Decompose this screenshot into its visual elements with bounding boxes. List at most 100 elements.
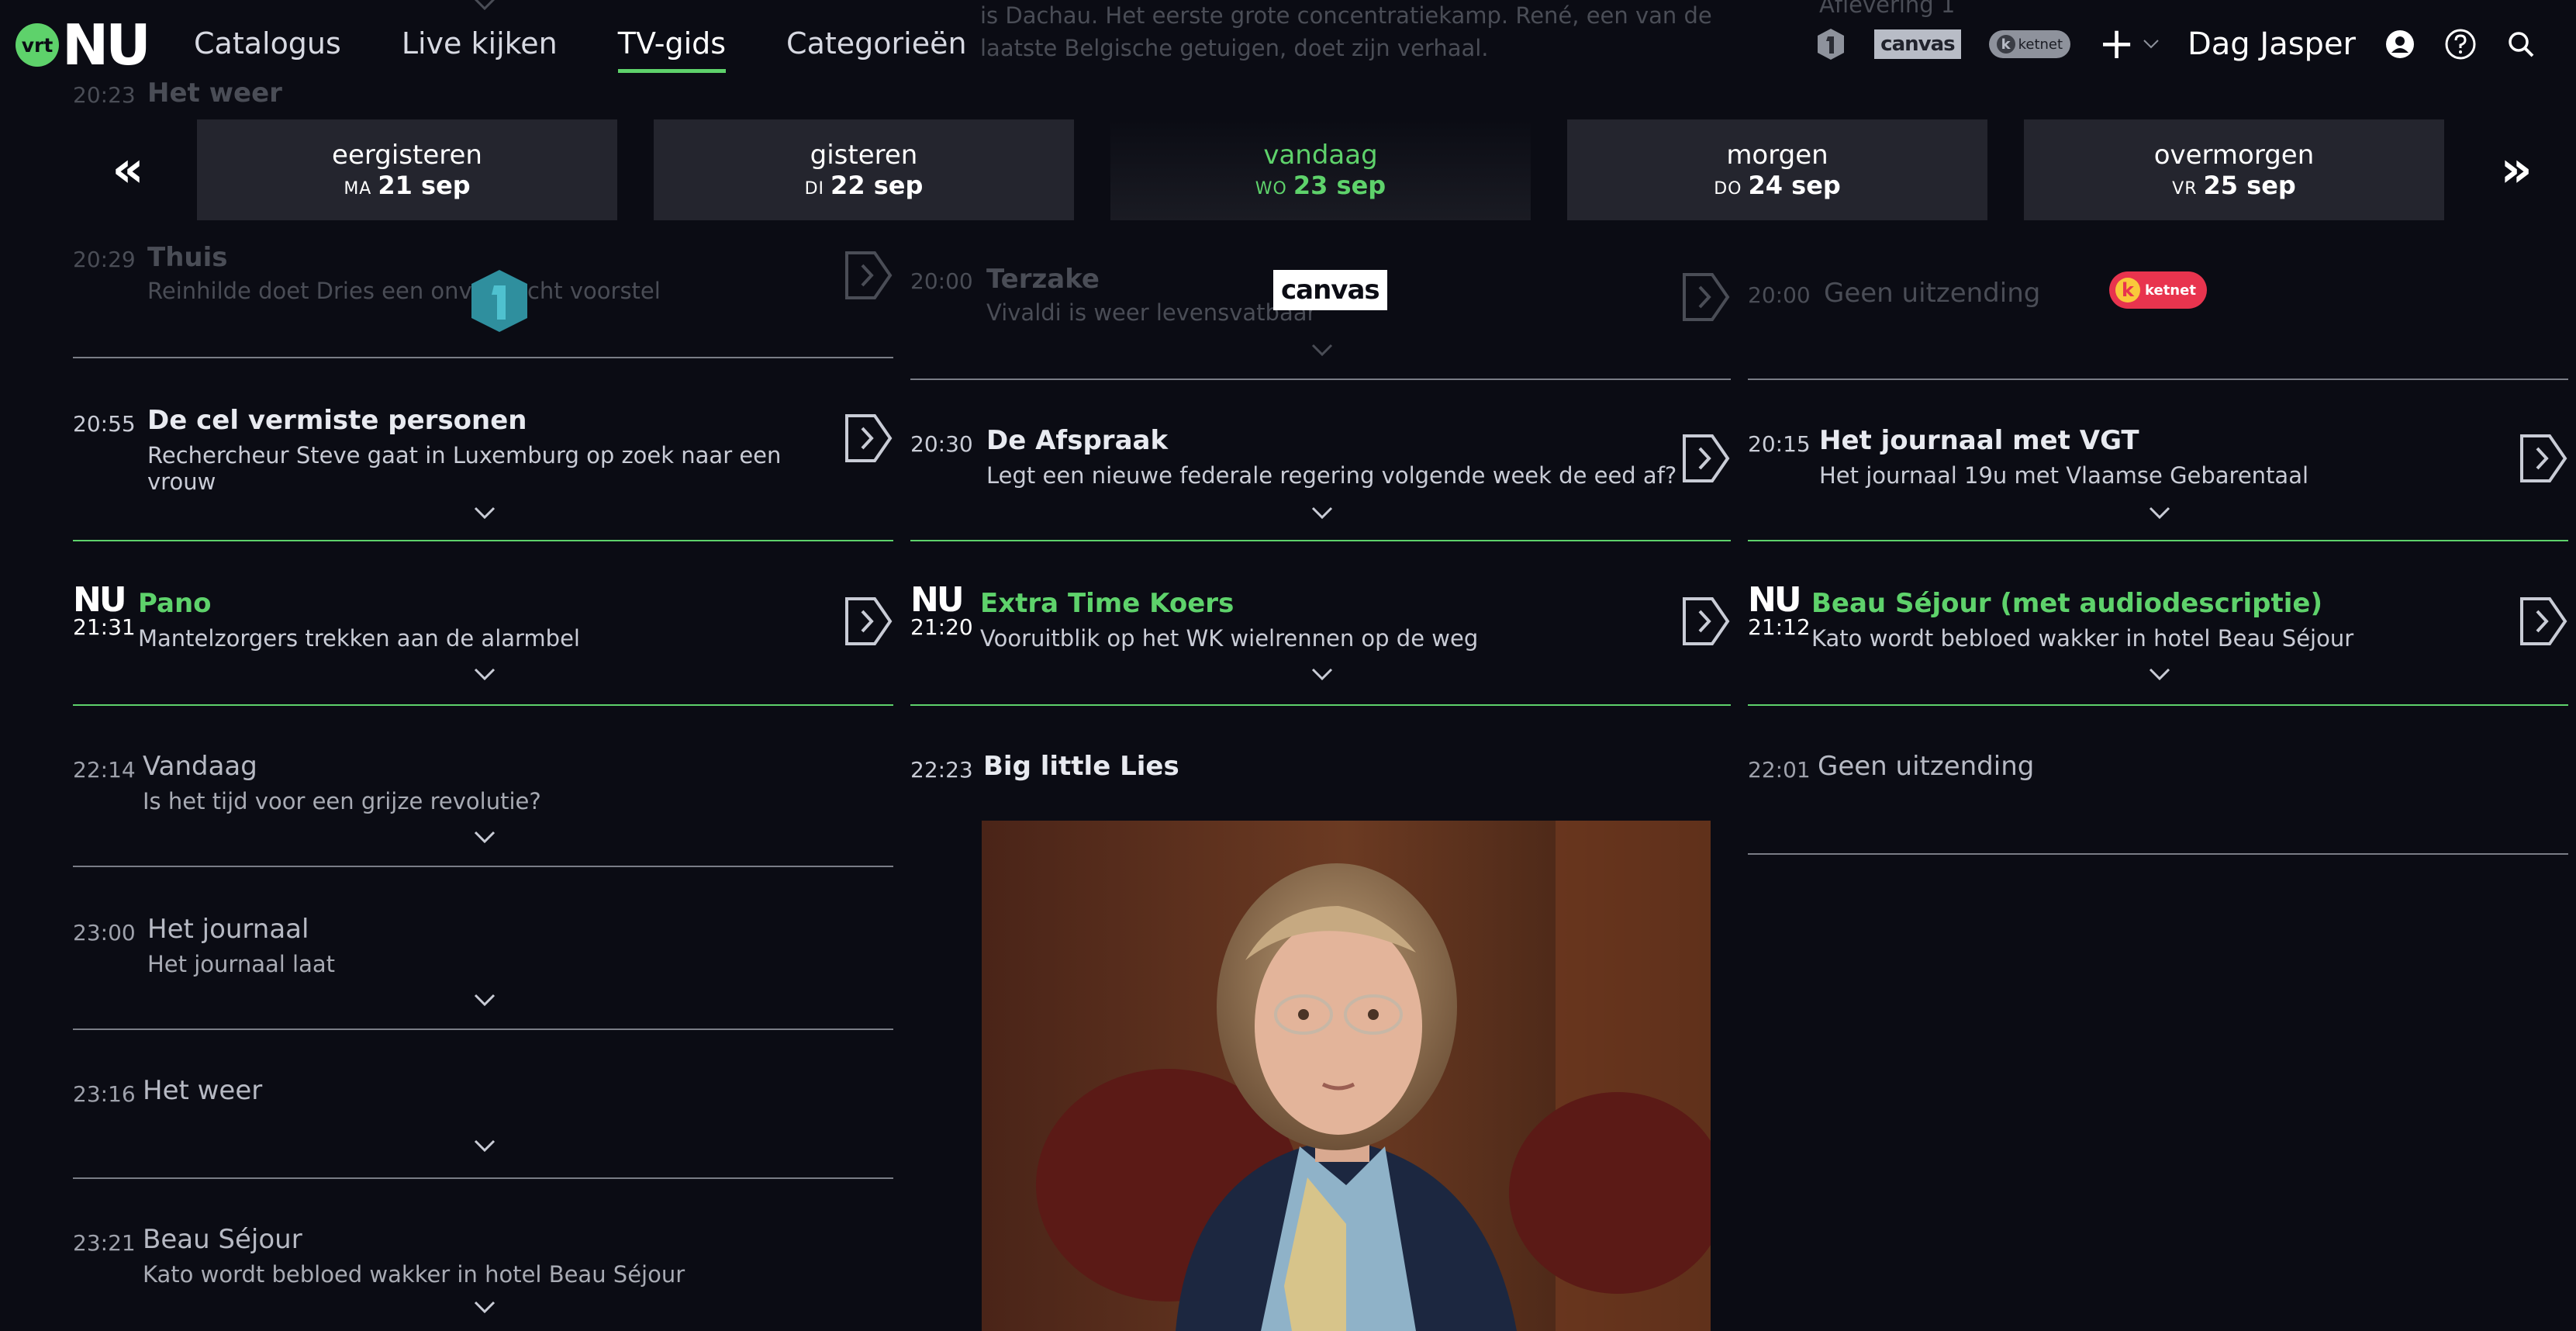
program-row[interactable]: 23:21 Beau Séjour Kato wordt bebloed wak… xyxy=(73,1222,893,1331)
program-title: Extra Time Koers xyxy=(980,588,1234,619)
program-row[interactable]: 23:16 Het weer xyxy=(73,1073,893,1179)
user-greeting[interactable]: Dag Jasper xyxy=(2188,26,2356,62)
date-tab-label: gisteren xyxy=(810,140,918,171)
program-time: 23:21 xyxy=(73,1230,136,1256)
chevron-down-icon xyxy=(474,831,496,844)
play-button[interactable] xyxy=(1681,433,1731,484)
row-divider xyxy=(73,866,893,867)
now-live-badge: NU 21:20 xyxy=(910,583,973,641)
expand-button[interactable] xyxy=(1310,667,1334,683)
more-channels-button[interactable]: + xyxy=(2098,22,2160,66)
expand-button[interactable] xyxy=(1310,506,1334,521)
prev-dates-button[interactable]: « xyxy=(93,119,163,220)
nu-logo-text: NU xyxy=(62,12,151,78)
date-tab-overmorgen[interactable]: overmorgen VR 25 sep xyxy=(2024,119,2444,220)
ketnet-k-icon: k xyxy=(1996,35,2015,54)
channel-canvas-shortcut[interactable]: canvas xyxy=(1874,29,1961,59)
channel-ketnet-logo: k ketnet xyxy=(2109,271,2207,309)
program-row-live[interactable]: NU 21:20 Extra Time Koers Vooruitblik op… xyxy=(910,583,1731,706)
now-live-badge: NU 21:12 xyxy=(1748,583,1811,641)
date-tab-date: 24 sep xyxy=(1748,171,1841,200)
date-tab-morgen[interactable]: morgen DO 24 sep xyxy=(1567,119,1987,220)
help-button[interactable] xyxy=(2444,28,2477,60)
nav-categorieen[interactable]: Categorieën xyxy=(786,23,967,74)
chevron-down-icon xyxy=(2143,40,2159,49)
account-button[interactable] xyxy=(2384,28,2416,60)
row-divider xyxy=(1748,540,2568,541)
date-tab-dow: WO xyxy=(1255,179,1287,199)
program-title: Terzake xyxy=(986,264,1100,295)
program-row[interactable]: 22:23 Big little Lies xyxy=(910,749,1731,811)
program-row[interactable]: 23:00 Het journaal Het journaal laat xyxy=(73,912,893,1032)
row-divider xyxy=(73,540,893,541)
play-button[interactable] xyxy=(1681,596,1731,647)
program-description: Het journaal 19u met Vlaamse Gebarentaal xyxy=(1819,462,2309,489)
nav-catalogus[interactable]: Catalogus xyxy=(194,23,341,74)
date-tab-dow: DO xyxy=(1714,179,1742,199)
channel-ketnet-shortcut[interactable]: k ketnet xyxy=(1988,30,2071,58)
main-nav: Catalogus Live kijken TV-gids Categorieë… xyxy=(194,23,967,74)
expand-button[interactable] xyxy=(473,830,496,845)
program-row[interactable]: 20:15 Het journaal met VGT Het journaal … xyxy=(1748,424,2568,543)
program-description: Vooruitblik op het WK wielrennen op de w… xyxy=(980,625,1479,652)
expand-button[interactable] xyxy=(473,667,496,683)
play-icon xyxy=(845,414,893,462)
expand-button[interactable] xyxy=(1310,343,1334,358)
program-row[interactable]: 22:14 Vandaag Is het tijd voor een grijz… xyxy=(73,749,893,869)
program-title: De Afspraak xyxy=(986,425,1169,456)
channel-een-shortcut[interactable] xyxy=(1815,27,1846,61)
play-button[interactable] xyxy=(2519,433,2568,484)
vrt-nu-logo[interactable]: vrt NU xyxy=(16,12,151,78)
program-time: 22:23 xyxy=(910,757,973,783)
play-button[interactable] xyxy=(2519,596,2568,647)
expand-button[interactable] xyxy=(473,1300,496,1315)
chevron-down-icon xyxy=(1311,344,1333,357)
program-row[interactable]: 22:01 Geen uitzending xyxy=(1748,749,2568,855)
een-logo-icon xyxy=(471,270,527,332)
nav-live-kijken[interactable]: Live kijken xyxy=(402,23,558,74)
date-tab-vandaag[interactable]: vandaag WO 23 sep xyxy=(1110,119,1531,220)
expand-button[interactable] xyxy=(2148,506,2171,521)
search-button[interactable] xyxy=(2505,28,2537,60)
play-button[interactable] xyxy=(844,413,893,464)
program-row-live[interactable]: NU 21:12 Beau Séjour (met audiodescripti… xyxy=(1748,583,2568,706)
row-divider xyxy=(73,704,893,706)
chevron-down-icon xyxy=(474,1139,496,1153)
program-row-live[interactable]: NU 21:31 Pano Mantelzorgers trekken aan … xyxy=(73,583,893,706)
play-icon xyxy=(2520,597,2567,645)
chevron-down-icon xyxy=(2149,668,2170,681)
channel-canvas-logo: canvas xyxy=(1273,270,1387,310)
program-title: Pano xyxy=(138,588,212,619)
program-row[interactable]: 20:30 De Afspraak Legt een nieuwe federa… xyxy=(910,424,1731,543)
expand-button[interactable] xyxy=(473,1139,496,1154)
program-title: Het journaal xyxy=(147,914,309,945)
nav-tv-gids[interactable]: TV-gids xyxy=(617,23,727,74)
play-icon xyxy=(845,597,893,645)
program-time: 23:00 xyxy=(73,920,136,946)
play-button[interactable] xyxy=(1681,271,1731,323)
program-description: Legt een nieuwe federale regering volgen… xyxy=(986,462,1677,489)
play-button[interactable] xyxy=(844,250,893,301)
play-button[interactable] xyxy=(844,596,893,647)
play-icon xyxy=(1683,597,1730,645)
top-header: vrt NU Catalogus Live kijken TV-gids Cat… xyxy=(0,0,2576,92)
program-title: De cel vermiste personen xyxy=(147,405,527,436)
play-icon xyxy=(2520,434,2567,482)
expand-button[interactable] xyxy=(2148,667,2171,683)
next-dates-button[interactable]: » xyxy=(2481,119,2551,220)
date-tab-eergisteren[interactable]: eergisteren MA 21 sep xyxy=(197,119,617,220)
chevron-down-icon xyxy=(1311,668,1333,681)
program-row[interactable]: 20:55 De cel vermiste personen Recherche… xyxy=(73,403,893,543)
vrt-logo-circle: vrt xyxy=(16,23,59,67)
expand-button[interactable] xyxy=(473,993,496,1008)
expand-button[interactable] xyxy=(473,506,496,521)
date-tab-date: 25 sep xyxy=(2203,171,2296,200)
chevron-down-icon xyxy=(474,1301,496,1314)
program-image[interactable] xyxy=(982,821,1711,1331)
chevron-down-icon xyxy=(2149,506,2170,520)
program-time: 22:01 xyxy=(1748,757,1811,783)
date-tab-gisteren[interactable]: gisteren DI 22 sep xyxy=(654,119,1074,220)
header-actions: canvas k ketnet + Dag Jasper xyxy=(1815,22,2537,66)
row-divider xyxy=(73,1177,893,1179)
program-description: Kato wordt bebloed wakker in hotel Beau … xyxy=(1811,625,2354,652)
